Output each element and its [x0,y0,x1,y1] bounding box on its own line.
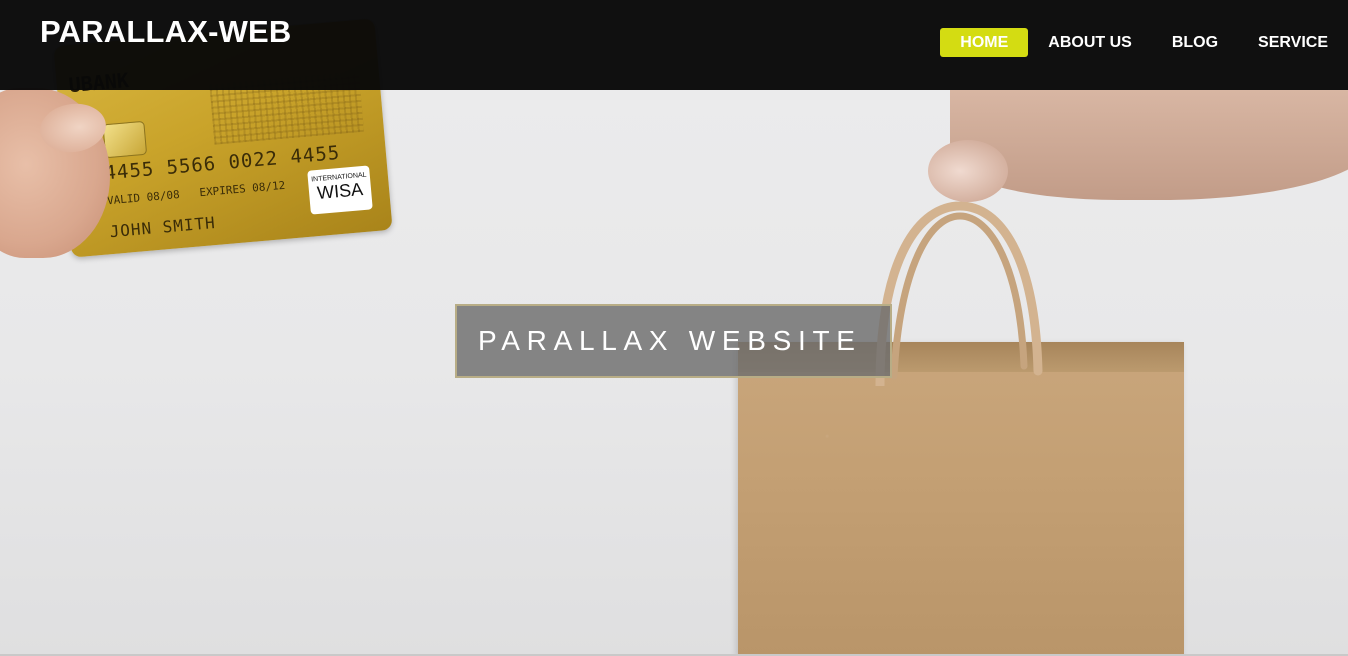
nav-link-about-us[interactable]: ABOUT US [1028,28,1152,57]
card-dates: VALID 08/08 EXPIRES 08/12 [106,178,286,208]
card-valid-from: 08/08 [146,188,181,204]
right-hand-image [950,90,1348,200]
nav-link-home[interactable]: HOME [940,28,1029,57]
nav-item-blog: BLOG [1152,28,1238,57]
top-navbar: PARALLAX-WEB HOME ABOUT US BLOG SERVICE [0,0,1348,90]
nav-link-service[interactable]: SERVICE [1238,28,1348,57]
hero-banner: UBANK 4455 5566 0022 4455 VALID 08/08 EX… [0,0,1348,656]
card-chip-icon [102,120,148,159]
nav-link-blog[interactable]: BLOG [1152,28,1238,57]
hero-title-box: PARALLAX WEBSITE [455,304,892,378]
hero-title: PARALLAX WEBSITE [478,325,862,356]
shopping-bag-image [738,342,1184,656]
card-logo-big: WISA [316,179,364,203]
nav-item-about: ABOUT US [1028,28,1152,57]
card-expires: 08/12 [251,178,286,195]
nav-item-home: HOME [940,28,1029,57]
card-brand-logo: INTERNATIONAL WISA [307,165,373,215]
site-logo[interactable]: PARALLAX-WEB [40,14,292,50]
card-holder-name: JOHN SMITH [108,212,217,242]
nav-item-service: SERVICE [1238,28,1348,57]
main-nav: HOME ABOUT US BLOG SERVICE [940,28,1348,57]
right-thumb-image [928,140,1008,202]
